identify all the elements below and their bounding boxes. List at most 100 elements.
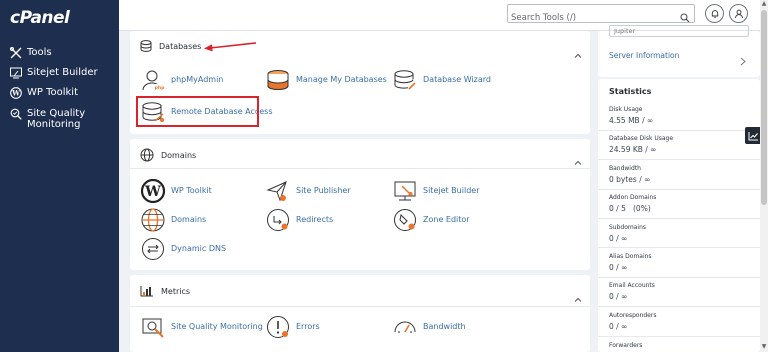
tool-label: Database Wizard (423, 75, 491, 84)
stat-label: Subdomains (609, 224, 647, 231)
stat-label: Bandwidth (609, 165, 641, 172)
section-title: Databases (159, 41, 202, 51)
tool-zone-editor[interactable]: Zone Editor (392, 207, 470, 232)
stat-label: Email Accounts (609, 282, 655, 289)
tool-label: Domains (171, 215, 207, 224)
server-information-link[interactable]: Server Information (609, 51, 679, 60)
svg-text:php: php (154, 85, 164, 91)
phpmyadmin-icon: php (140, 67, 165, 92)
section-title: Domains (161, 150, 197, 160)
stat-label: Forwarders (609, 342, 643, 349)
line-chart-icon (748, 126, 759, 145)
tool-wp-toolkit[interactable]: W WP Toolkit (140, 178, 212, 203)
tool-label: WP Toolkit (171, 186, 212, 195)
stat-label: Autoresponders (609, 312, 657, 319)
statistics-title: Statistics (609, 87, 652, 96)
sidebar-item-wp-toolkit[interactable]: W WP Toolkit (9, 87, 78, 99)
scroll-up-icon[interactable]: ▲ (761, 1, 767, 7)
divider (598, 159, 760, 160)
notifications-button[interactable] (705, 4, 724, 23)
tool-label: Zone Editor (423, 215, 470, 224)
stat-label: Addon Domains (609, 194, 657, 201)
chevron-up-icon[interactable] (574, 289, 582, 302)
divider (598, 189, 760, 190)
stat-label: Database Disk Usage (609, 135, 674, 142)
divider (598, 336, 760, 337)
globe-icon (140, 148, 154, 162)
divider (598, 247, 760, 248)
sidebar-item-label: Sitejet Builder (27, 67, 98, 78)
section-title: Metrics (161, 286, 191, 296)
search-box[interactable] (507, 4, 695, 27)
sidebar-item-tools[interactable]: Tools (9, 47, 52, 59)
tool-label: Manage My Databases (296, 75, 387, 84)
divider (598, 306, 760, 307)
chevron-up-icon[interactable] (574, 45, 582, 58)
scrollbar[interactable]: ▲ ▼ (760, 0, 768, 352)
info-card: Jupiter Server Information (598, 25, 760, 77)
tool-errors[interactable]: Errors (265, 314, 320, 339)
user-icon (734, 4, 744, 23)
wordpress-icon: W (9, 87, 22, 99)
statistics-card: Statistics Disk Usage 4.55 MB / ∞ Databa… (598, 79, 760, 352)
tool-label: Bandwidth (423, 322, 466, 331)
tool-label: Redirects (296, 215, 334, 224)
bandwidth-icon (392, 314, 417, 339)
stat-label: Alias Domains (609, 253, 652, 260)
tool-label: Site Quality Monitoring (171, 322, 263, 331)
site-publisher-icon (265, 178, 290, 203)
sidebar: cPanel Tools Sitejet Builder W WP Toolki… (0, 0, 119, 352)
tool-database-wizard[interactable]: Database Wizard (392, 67, 491, 92)
stat-value: 0 / ∞ (609, 234, 628, 243)
tool-sitejet-builder[interactable]: Sitejet Builder (392, 178, 479, 203)
tool-domains[interactable]: Domains (140, 207, 206, 232)
divider (598, 130, 760, 131)
divider (130, 168, 590, 169)
redirects-icon (265, 207, 290, 232)
sidebar-item-label: Tools (27, 47, 52, 58)
sidebar-item-label: Monitoring (27, 119, 81, 130)
domains-panel: Domains W WP Toolkit Site Publisher Site… (130, 139, 590, 270)
scroll-down-icon[interactable]: ▼ (761, 344, 767, 350)
tool-site-quality-monitoring[interactable]: Site Quality Monitoring (140, 314, 263, 339)
stat-value: 0 / ∞ (609, 292, 628, 301)
domains-icon (140, 207, 165, 232)
tool-site-publisher[interactable]: Site Publisher (265, 178, 351, 203)
metrics-header[interactable]: Metrics (140, 285, 190, 297)
divider (130, 306, 590, 307)
tool-label: Site Publisher (296, 186, 351, 195)
theme-select-value: Jupiter (614, 27, 636, 35)
dynamic-dns-icon (140, 236, 165, 261)
errors-icon (265, 314, 290, 339)
tool-phpmyadmin[interactable]: php phpMyAdmin (140, 67, 223, 92)
tool-label: phpMyAdmin (171, 75, 224, 84)
sitejet-builder-icon (392, 178, 417, 203)
chevron-up-icon[interactable] (574, 152, 582, 165)
tool-label: Dynamic DNS (171, 244, 227, 253)
theme-select[interactable]: Jupiter (609, 25, 749, 37)
domains-header[interactable]: Domains (140, 148, 196, 162)
sidebar-item-sitejet-builder[interactable]: Sitejet Builder (9, 67, 98, 79)
tool-dynamic-dns[interactable]: Dynamic DNS (140, 236, 226, 261)
zone-editor-icon (392, 207, 417, 232)
chevron-right-icon[interactable] (740, 51, 746, 70)
tools-icon (9, 47, 22, 59)
stat-value: 0 / 5 (0%) (609, 204, 651, 213)
tool-manage-my-databases[interactable]: Manage My Databases (265, 67, 387, 92)
databases-header[interactable]: Databases (140, 40, 201, 52)
svg-text:W: W (11, 89, 20, 98)
svg-text:W: W (144, 184, 161, 200)
bar-chart-icon (140, 285, 154, 297)
user-menu-button[interactable] (729, 4, 748, 23)
sidebar-item-site-quality-monitoring[interactable]: Site Quality Monitoring (9, 108, 85, 130)
search-input[interactable] (508, 9, 668, 27)
tool-redirects[interactable]: Redirects (265, 207, 333, 232)
tool-bandwidth[interactable]: Bandwidth (392, 314, 466, 339)
scrollbar-thumb[interactable] (761, 10, 767, 205)
sidebar-item-label: Site Quality (27, 108, 86, 119)
manage-databases-icon (265, 67, 290, 92)
database-icon (140, 40, 152, 52)
cpanel-logo[interactable]: cPanel (10, 8, 70, 28)
stat-value: 0 / ∞ (609, 322, 628, 331)
metrics-panel: Metrics Site Quality Monitoring Errors B… (130, 275, 590, 352)
